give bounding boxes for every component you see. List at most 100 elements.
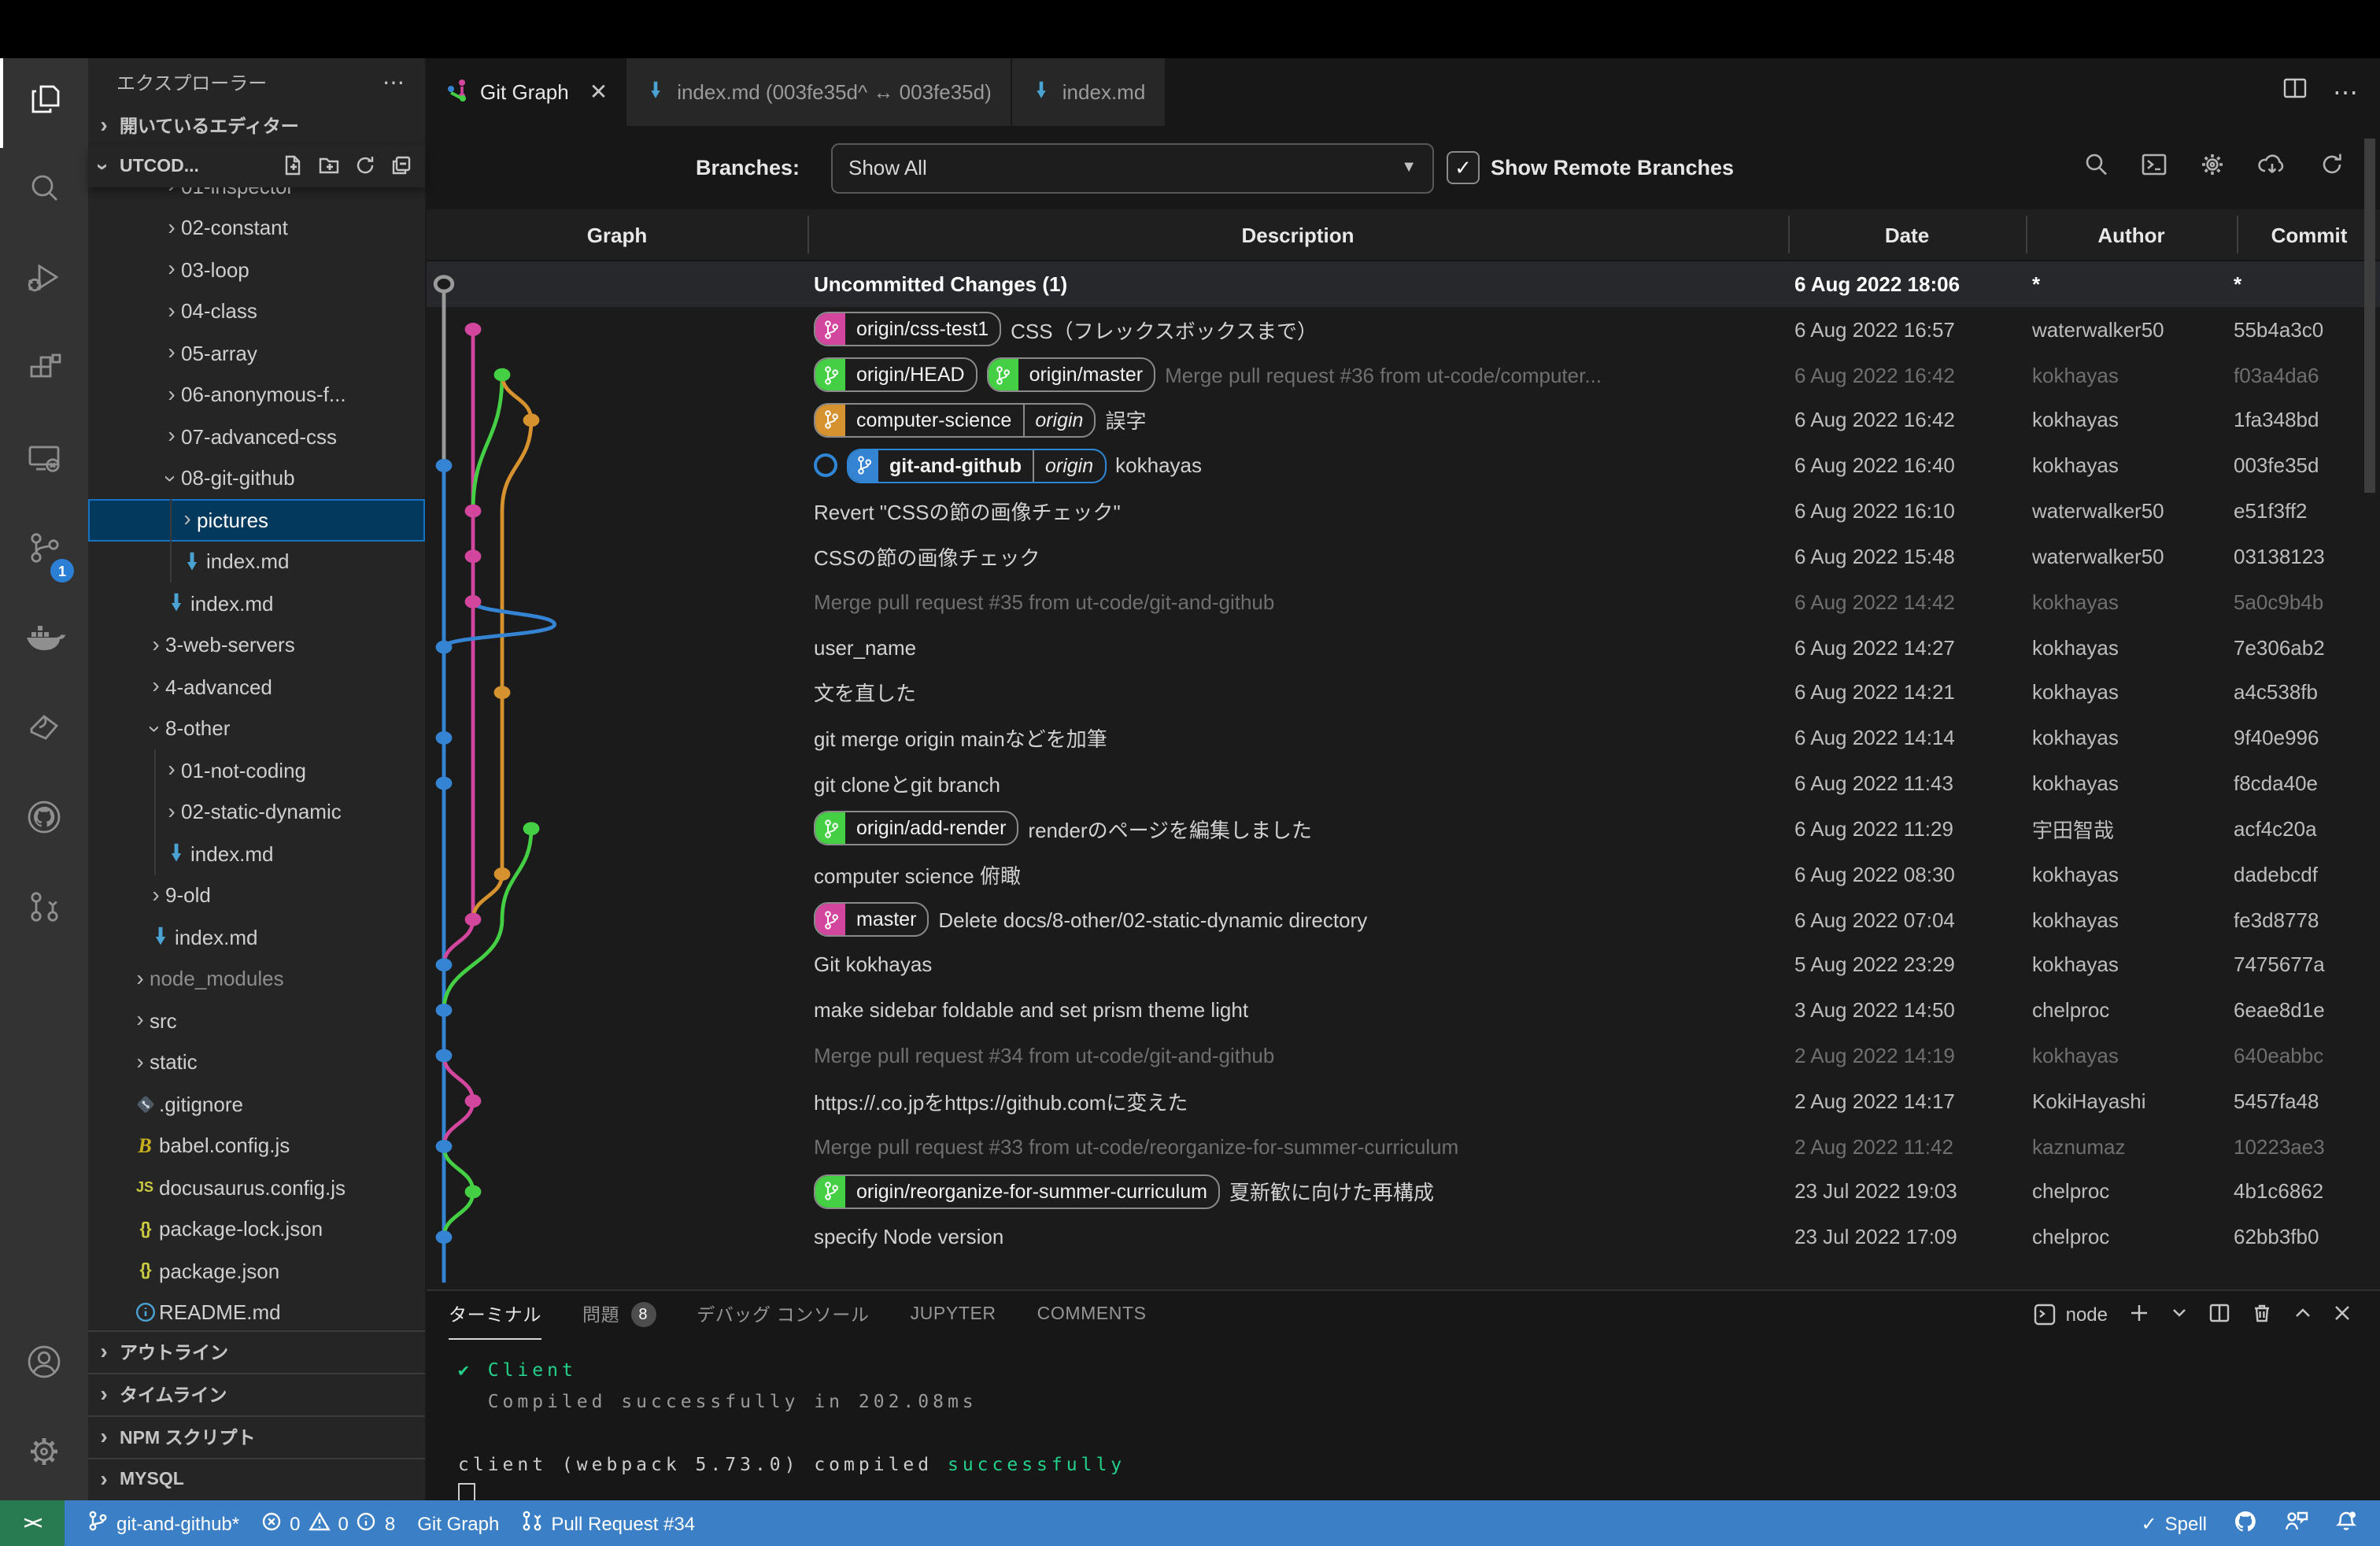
branch-status[interactable]: git-and-github* bbox=[87, 1510, 239, 1537]
tree-item-pictures[interactable]: ›pictures bbox=[88, 499, 425, 541]
terminal-output[interactable]: ✔ Client Compiled successfully in 202.08… bbox=[458, 1354, 1125, 1511]
split-editor-icon[interactable] bbox=[2282, 76, 2308, 109]
terminal-shell-selector[interactable]: node bbox=[2034, 1304, 2108, 1326]
commit-row[interactable]: origin/reorganize-for-summer-curriculum夏… bbox=[427, 1169, 2380, 1215]
commit-row[interactable]: origin/HEADorigin/masterMerge pull reque… bbox=[427, 352, 2380, 398]
section-outline[interactable]: › アウトライン bbox=[88, 1330, 425, 1373]
commit-row[interactable]: git merge origin mainなどを加筆6 Aug 2022 14:… bbox=[427, 716, 2380, 761]
notifications-status[interactable] bbox=[2334, 1509, 2358, 1537]
commit-row[interactable]: Merge pull request #34 from ut-code/git-… bbox=[427, 1033, 2380, 1078]
tree-item--gitignore[interactable]: .gitignore bbox=[88, 1083, 425, 1125]
terminal-tab-comments[interactable]: COMMENTS bbox=[1037, 1291, 1147, 1338]
collapse-all-icon[interactable] bbox=[390, 153, 412, 180]
activity-docker[interactable] bbox=[0, 597, 88, 686]
tab-index-md-diff[interactable]: index.md (003fe35d^ ↔ 003fe35d) bbox=[626, 58, 1011, 126]
terminal-tab--[interactable]: デバッグ コンソール bbox=[697, 1291, 869, 1338]
commit-row[interactable]: make sidebar foldable and set prism them… bbox=[427, 988, 2380, 1034]
tree-item-02-static-dynamic[interactable]: ›02-static-dynamic bbox=[88, 791, 425, 833]
section-npm-scripts[interactable]: › NPM スクリプト bbox=[88, 1415, 425, 1458]
tree-item-01-inspector[interactable]: ›01-inspector bbox=[88, 187, 425, 207]
terminal-icon[interactable] bbox=[2141, 150, 2168, 185]
tree-item-src[interactable]: ›src bbox=[88, 1000, 425, 1041]
more-actions-icon[interactable]: ⋯ bbox=[382, 68, 406, 95]
activity-settings[interactable] bbox=[0, 1411, 88, 1500]
remote-indicator[interactable]: >< bbox=[0, 1500, 65, 1546]
spell-checker-status[interactable]: ✓ Spell bbox=[2142, 1512, 2208, 1534]
split-terminal-icon[interactable] bbox=[2208, 1301, 2230, 1328]
tree-item-9-old[interactable]: ›9-old bbox=[88, 875, 425, 916]
refresh-icon[interactable] bbox=[2319, 150, 2345, 185]
tree-item-06-anonymous-f-[interactable]: ›06-anonymous-f... bbox=[88, 374, 425, 416]
commit-row[interactable]: Merge pull request #33 from ut-code/reor… bbox=[427, 1123, 2380, 1169]
search-icon[interactable] bbox=[2082, 150, 2109, 185]
activity-extensions[interactable] bbox=[0, 327, 88, 417]
column-commit[interactable]: Commit bbox=[2237, 209, 2380, 260]
section-open-editors[interactable]: › 開いているエディター bbox=[88, 105, 425, 146]
activity-run-debug[interactable] bbox=[0, 238, 88, 327]
column-date[interactable]: Date bbox=[1788, 209, 2026, 260]
feedback-status[interactable] bbox=[2284, 1510, 2309, 1537]
activity-explorer[interactable] bbox=[0, 58, 88, 148]
new-file-icon[interactable] bbox=[282, 153, 304, 180]
commit-row[interactable]: Merge pull request #35 from ut-code/git-… bbox=[427, 579, 2380, 625]
editor-scrollbar[interactable] bbox=[2364, 139, 2375, 493]
tree-item-index-md[interactable]: index.md bbox=[88, 541, 425, 583]
refresh-icon[interactable] bbox=[354, 153, 376, 180]
activity-search[interactable] bbox=[0, 148, 88, 238]
kill-terminal-icon[interactable] bbox=[2251, 1301, 2273, 1328]
new-terminal-icon[interactable] bbox=[2128, 1301, 2150, 1328]
section-timeline[interactable]: › タイムライン bbox=[88, 1373, 425, 1415]
commit-row[interactable]: computer-scienceorigin誤字6 Aug 2022 16:42… bbox=[427, 398, 2380, 443]
commit-row[interactable]: origin/add-renderrenderのページを編集しました6 Aug … bbox=[427, 806, 2380, 852]
tree-item-node-modules[interactable]: ›node_modules bbox=[88, 958, 425, 1000]
commit-row[interactable]: origin/css-test1CSS（フレックスボックスまで）6 Aug 20… bbox=[427, 307, 2380, 353]
tree-item-02-constant[interactable]: ›02-constant bbox=[88, 207, 425, 249]
tree-item-05-array[interactable]: ›05-array bbox=[88, 332, 425, 374]
branch-badge[interactable]: origin/master bbox=[987, 357, 1156, 392]
branch-badge[interactable]: master bbox=[814, 902, 929, 937]
tree-item-package-lock-json[interactable]: {}package-lock.json bbox=[88, 1208, 425, 1250]
activity-remote-explorer[interactable] bbox=[0, 417, 88, 507]
tree-item-static[interactable]: ›static bbox=[88, 1041, 425, 1083]
tree-item-01-not-coding[interactable]: ›01-not-coding bbox=[88, 749, 425, 791]
tree-item-readme-md[interactable]: README.md bbox=[88, 1292, 425, 1330]
problems-status[interactable]: 0 0 8 bbox=[261, 1511, 395, 1536]
tree-item-8-other[interactable]: ›8-other bbox=[88, 708, 425, 749]
commit-row[interactable]: Git kokhayas5 Aug 2022 23:29kokhayas7475… bbox=[427, 942, 2380, 988]
column-graph[interactable]: Graph bbox=[427, 209, 808, 260]
commit-row[interactable]: specify Node version23 Jul 2022 17:09che… bbox=[427, 1215, 2380, 1260]
tree-item-index-md[interactable]: index.md bbox=[88, 833, 425, 875]
terminal-tab-jupyter[interactable]: JUPYTER bbox=[911, 1291, 996, 1338]
maximize-panel-icon[interactable] bbox=[2293, 1303, 2312, 1326]
git-graph-status[interactable]: Git Graph bbox=[417, 1512, 499, 1534]
branch-badge[interactable]: origin/css-test1 bbox=[814, 312, 1001, 346]
commit-row[interactable]: computer science 俯瞰6 Aug 2022 08:30kokha… bbox=[427, 852, 2380, 897]
settings-icon[interactable] bbox=[2199, 150, 2226, 185]
terminal-tab--[interactable]: ターミナル bbox=[449, 1290, 541, 1339]
branch-badge[interactable]: origin/reorganize-for-summer-curriculum bbox=[814, 1174, 1220, 1209]
branches-dropdown[interactable]: Show All ▼ bbox=[831, 142, 1434, 193]
section-mysql[interactable]: › MYSQL bbox=[88, 1458, 425, 1500]
tree-item-package-json[interactable]: {}package.json bbox=[88, 1250, 425, 1292]
tree-item-07-advanced-css[interactable]: ›07-advanced-css bbox=[88, 416, 425, 457]
tree-item-index-md[interactable]: index.md bbox=[88, 583, 425, 624]
activity-source-control[interactable]: 1 bbox=[0, 507, 88, 597]
commit-row[interactable]: https://.co.jpをhttps://github.comに変えた2 A… bbox=[427, 1078, 2380, 1124]
commit-row[interactable]: CSSの節の画像チェック6 Aug 2022 15:48waterwalker5… bbox=[427, 534, 2380, 579]
tree-item-03-loop[interactable]: ›03-loop bbox=[88, 249, 425, 290]
commit-row[interactable]: masterDelete docs/8-other/02-static-dyna… bbox=[427, 897, 2380, 942]
tab-index-md[interactable]: index.md bbox=[1012, 58, 1165, 126]
new-folder-icon[interactable] bbox=[318, 153, 340, 180]
tree-item-babel-config-js[interactable]: Bbabel.config.js bbox=[88, 1125, 425, 1167]
commit-row[interactable]: git-and-githuboriginkokhayas6 Aug 2022 1… bbox=[427, 443, 2380, 489]
activity-accounts[interactable] bbox=[0, 1321, 88, 1411]
commit-row[interactable]: 文を直した6 Aug 2022 14:21kokhayasa4c538fb bbox=[427, 670, 2380, 716]
tree-item-index-md[interactable]: index.md bbox=[88, 916, 425, 958]
column-description[interactable]: Description bbox=[808, 209, 1788, 260]
close-icon[interactable]: ✕ bbox=[589, 79, 608, 105]
terminal-tab--[interactable]: 問題8 bbox=[582, 1291, 656, 1338]
show-remote-branches-checkbox[interactable]: ✓ bbox=[1447, 151, 1480, 184]
branch-badge[interactable]: computer-scienceorigin bbox=[814, 403, 1096, 438]
commit-row[interactable]: Revert "CSSの節の画像チェック"6 Aug 2022 16:10wat… bbox=[427, 488, 2380, 534]
tree-item-3-web-servers[interactable]: ›3-web-servers bbox=[88, 624, 425, 666]
